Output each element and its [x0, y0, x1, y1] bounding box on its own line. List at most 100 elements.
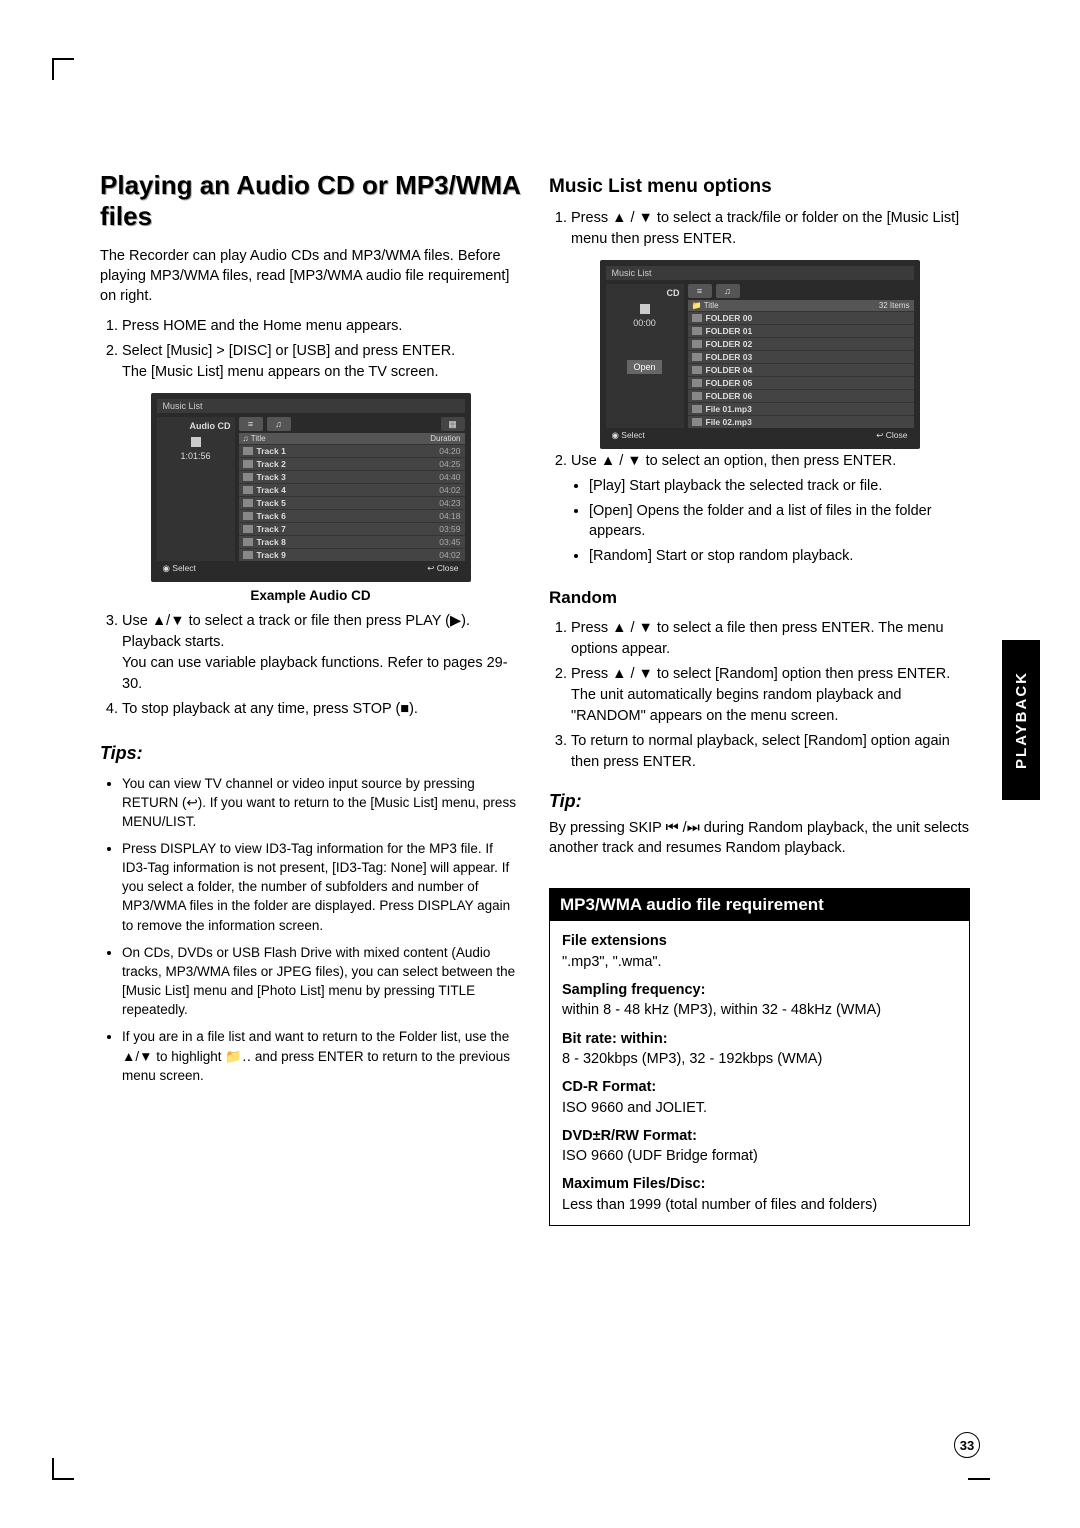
folder-icon	[692, 340, 702, 348]
tip-item: You can view TV channel or video input s…	[122, 774, 521, 831]
main-heading: Playing an Audio CD or MP3/WMA files	[100, 170, 521, 232]
ss1-caption: Example Audio CD	[100, 588, 521, 603]
screenshot-folder-list: Music List CD 00:00 Open ≡♫ 📁 Title32 It…	[600, 260, 920, 449]
folder-name: FOLDER 01	[706, 326, 910, 336]
folder-name: FOLDER 04	[706, 365, 910, 375]
ss2-hdr-count: 32 Items	[879, 301, 910, 310]
req-value: 8 - 320kbps (MP3), 32 - 192kbps (WMA)	[562, 1049, 957, 1069]
crop-mark-br	[968, 1478, 990, 1480]
track-name: Track 4	[257, 485, 436, 495]
track-row: Track 104:20	[239, 444, 465, 457]
step-3: Use ▲/▼ to select a track or file then p…	[122, 611, 521, 695]
folder-row: FOLDER 04	[688, 363, 914, 376]
folder-row: File 02.mp3	[688, 415, 914, 428]
track-duration: 04:18	[439, 511, 460, 521]
folder-name: FOLDER 02	[706, 339, 910, 349]
folder-row: File 01.mp3	[688, 402, 914, 415]
folder-up-icon: 📁	[692, 301, 702, 310]
tips-heading: Tips:	[100, 743, 521, 764]
random-step: Press ▲ / ▼ to select a file then press …	[571, 618, 970, 660]
side-tab-playback: PLAYBACK	[1002, 640, 1040, 800]
track-row: Track 904:02	[239, 548, 465, 561]
right-column: Music List menu options Press ▲ / ▼ to s…	[549, 170, 970, 1226]
track-duration: 04:40	[439, 472, 460, 482]
music-icon: ♫	[243, 434, 249, 443]
open-button: Open	[627, 360, 661, 374]
track-duration: 04:02	[439, 550, 460, 560]
track-name: Track 7	[257, 524, 436, 534]
req-key: File extensions	[562, 931, 957, 951]
ss1-hdr-dur: Duration	[430, 434, 460, 443]
folder-name: FOLDER 03	[706, 352, 910, 362]
track-duration: 04:20	[439, 446, 460, 456]
track-icon	[243, 486, 253, 494]
grid-icon: ▦	[441, 417, 465, 431]
track-name: Track 6	[257, 511, 436, 521]
track-duration: 03:45	[439, 537, 460, 547]
req-key: Maximum Files/Disc:	[562, 1174, 957, 1194]
req-value: within 8 - 48 kHz (MP3), within 32 - 48k…	[562, 1000, 957, 1020]
track-icon	[243, 525, 253, 533]
track-icon	[243, 538, 253, 546]
track-name: Track 1	[257, 446, 436, 456]
menu-step-1: Press ▲ / ▼ to select a track/file or fo…	[571, 208, 970, 250]
menu-steps-2: Use ▲ / ▼ to select an option, then pres…	[549, 451, 970, 566]
step-4: To stop playback at any time, press STOP…	[122, 699, 521, 720]
steps-1-2: Press HOME and the Home menu appears. Se…	[100, 316, 521, 383]
folder-name: FOLDER 05	[706, 378, 910, 388]
intro-text: The Recorder can play Audio CDs and MP3/…	[100, 246, 521, 306]
menu-options-heading: Music List menu options	[549, 176, 970, 198]
screenshot-audio-cd: Music List Audio CD 1:01:56 ≡♫▦ ♫ TitleD…	[151, 393, 471, 582]
opt-open: • [Open] Opens the folder and a list of …	[589, 501, 970, 542]
folder-row: FOLDER 05	[688, 376, 914, 389]
folder-row: FOLDER 02	[688, 337, 914, 350]
tip-item: Press DISPLAY to view ID3-Tag informatio…	[122, 839, 521, 935]
ss2-time: 00:00	[610, 318, 680, 328]
tips-list: You can view TV channel or video input s…	[100, 774, 521, 1085]
track-row: Track 604:18	[239, 509, 465, 522]
random-step: Press ▲ / ▼ to select [Random] option th…	[571, 664, 970, 727]
stop-icon	[640, 304, 650, 314]
tip-item: If you are in a file list and want to re…	[122, 1027, 521, 1084]
track-row: Track 304:40	[239, 470, 465, 483]
folder-name: File 01.mp3	[706, 404, 910, 414]
folder-icon	[692, 418, 702, 426]
tip-body: By pressing SKIP ⏮ /⏭ during Random play…	[549, 818, 970, 858]
folder-row: FOLDER 00	[688, 311, 914, 324]
ss1-foot-close: ↩ Close	[427, 563, 458, 574]
track-name: Track 9	[257, 550, 436, 560]
req-key: Bit rate: within:	[562, 1029, 957, 1049]
music-icon: ♫	[267, 417, 291, 431]
track-duration: 04:23	[439, 498, 460, 508]
track-row: Track 204:25	[239, 457, 465, 470]
step2-text: Use ▲ / ▼ to select an option, then pres…	[571, 453, 896, 469]
ss2-title: Music List	[606, 266, 914, 280]
folder-icon	[692, 379, 702, 387]
page-number: 33	[954, 1432, 980, 1458]
req-key: Sampling frequency:	[562, 980, 957, 1000]
track-name: Track 5	[257, 498, 436, 508]
folder-icon	[692, 314, 702, 322]
steps-3-4: Use ▲/▼ to select a track or file then p…	[100, 611, 521, 720]
list-icon: ≡	[239, 417, 263, 431]
ss2-foot-close: ↩ Close	[876, 430, 907, 441]
req-value: ISO 9660 and JOLIET.	[562, 1098, 957, 1118]
req-value: Less than 1999 (total number of files an…	[562, 1195, 957, 1215]
folder-icon	[692, 366, 702, 374]
requirement-heading: MP3/WMA audio file requirement	[550, 889, 969, 921]
music-icon: ♫	[716, 284, 740, 298]
track-icon	[243, 499, 253, 507]
track-row: Track 504:23	[239, 496, 465, 509]
ss1-time: 1:01:56	[161, 451, 231, 461]
option-list: • [Play] Start playback the selected tra…	[571, 476, 970, 566]
ss1-hdr-title: Title	[251, 434, 431, 443]
step-2: Select [Music] > [DISC] or [USB] and pre…	[122, 341, 521, 383]
req-value: ".mp3", ".wma".	[562, 952, 957, 972]
track-icon	[243, 512, 253, 520]
crop-mark-bl	[52, 1458, 74, 1480]
list-icon: ≡	[688, 284, 712, 298]
requirement-body: File extensions".mp3", ".wma". Sampling f…	[550, 921, 969, 1225]
ss2-left-label: CD	[610, 288, 680, 298]
req-key: DVD±R/RW Format:	[562, 1126, 957, 1146]
folder-row: FOLDER 06	[688, 389, 914, 402]
